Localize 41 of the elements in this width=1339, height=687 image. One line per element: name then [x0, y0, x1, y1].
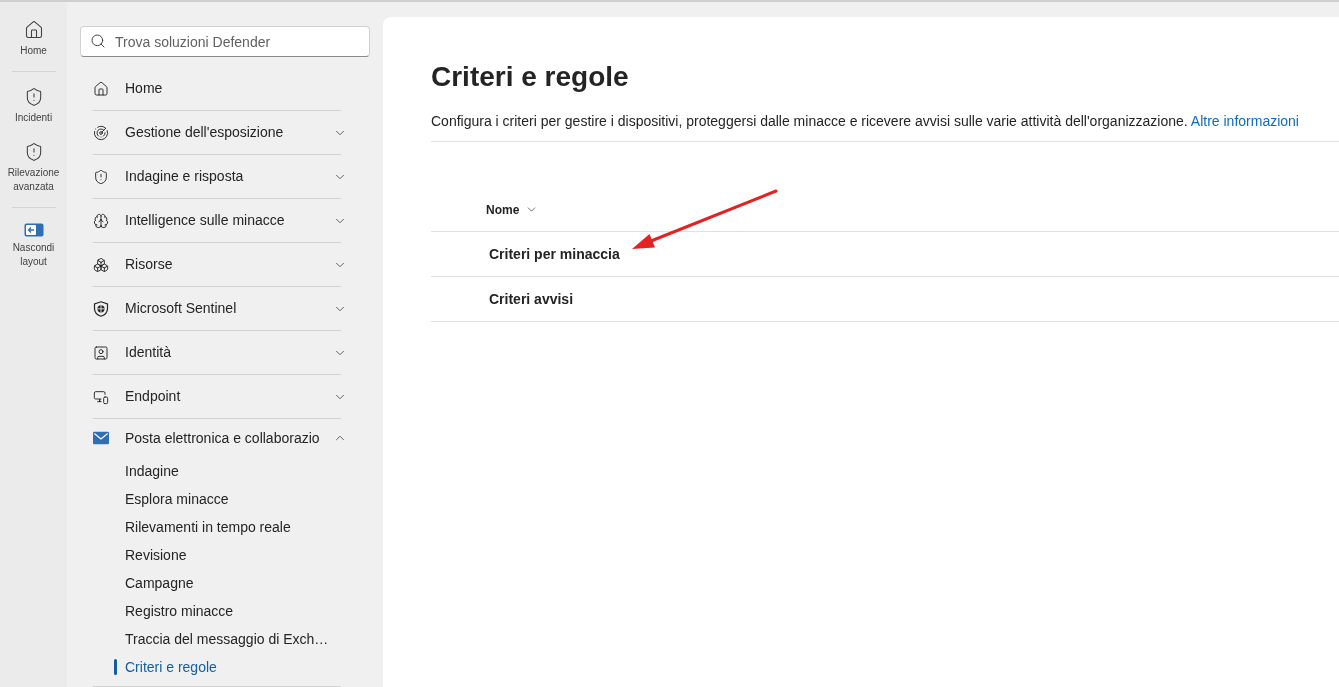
policy-name-cell[interactable]: Criteri per minaccia — [489, 243, 620, 265]
page-title: Criteri e regole — [431, 60, 630, 94]
nav-item[interactable]: Home — [93, 67, 347, 110]
nav-subitem[interactable]: Campagne — [93, 569, 347, 597]
shield-alert-icon — [93, 168, 109, 185]
nav-item[interactable]: Risorse — [93, 243, 347, 286]
column-header[interactable]: Nome — [486, 200, 539, 219]
home-icon — [93, 80, 109, 97]
brain-icon — [93, 212, 109, 229]
radar-icon — [93, 124, 109, 141]
envelope-icon — [93, 431, 109, 445]
nav-item[interactable]: Identità — [93, 331, 347, 374]
more-info-link[interactable]: Altre informazioni — [1190, 113, 1299, 129]
nav-item[interactable]: Indagine e risposta — [93, 155, 347, 198]
nav-item[interactable]: Microsoft Sentinel — [93, 287, 347, 330]
devices-icon — [93, 388, 109, 405]
nav-subitem[interactable]: Esplora minacce — [93, 485, 347, 513]
rail-nav-button[interactable]: Home — [2, 14, 65, 69]
nav-subitem[interactable]: Criteri e regole — [93, 653, 347, 681]
nav-subitem[interactable]: Indagine — [93, 457, 347, 485]
nav-item[interactable]: Posta elettronica e collaborazio — [93, 419, 347, 457]
rail-nav-button[interactable]: Nascondi layout — [2, 217, 65, 280]
rail-nav-button[interactable]: Incidenti — [2, 81, 65, 136]
nav-item[interactable]: Intelligence sulle minacce — [93, 199, 347, 242]
rail-nav-button[interactable]: Rilevazione avanzata — [2, 136, 65, 205]
nav-subitem[interactable]: Registro minacce — [93, 597, 347, 625]
contact-card-icon — [93, 344, 109, 361]
nav-subitem[interactable]: Rilevamenti in tempo reale — [93, 513, 347, 541]
boxes-icon — [93, 256, 109, 273]
selection-indicator — [114, 659, 117, 675]
search-icon — [90, 33, 106, 49]
shield-globe-icon — [93, 300, 109, 317]
nav-subitem[interactable]: Revisione — [93, 541, 347, 569]
panel-collapse-icon — [23, 223, 44, 237]
search-field[interactable]: Trova soluzioni Defender — [80, 26, 370, 57]
nav-item[interactable]: Gestione dell'esposizione — [93, 111, 347, 154]
policy-name-cell[interactable]: Criteri avvisi — [489, 288, 574, 310]
nav-subitem[interactable]: Traccia del messaggio di Exch… — [93, 625, 347, 653]
home-icon — [23, 20, 44, 40]
nav-item[interactable]: Endpoint — [93, 375, 347, 418]
page-description: Configura i criteri per gestire i dispositivi, proteggersi dalle minacce e ricevere avvisi sulle varie attività dell'organizzazione. Altre informazioni — [431, 112, 1300, 131]
